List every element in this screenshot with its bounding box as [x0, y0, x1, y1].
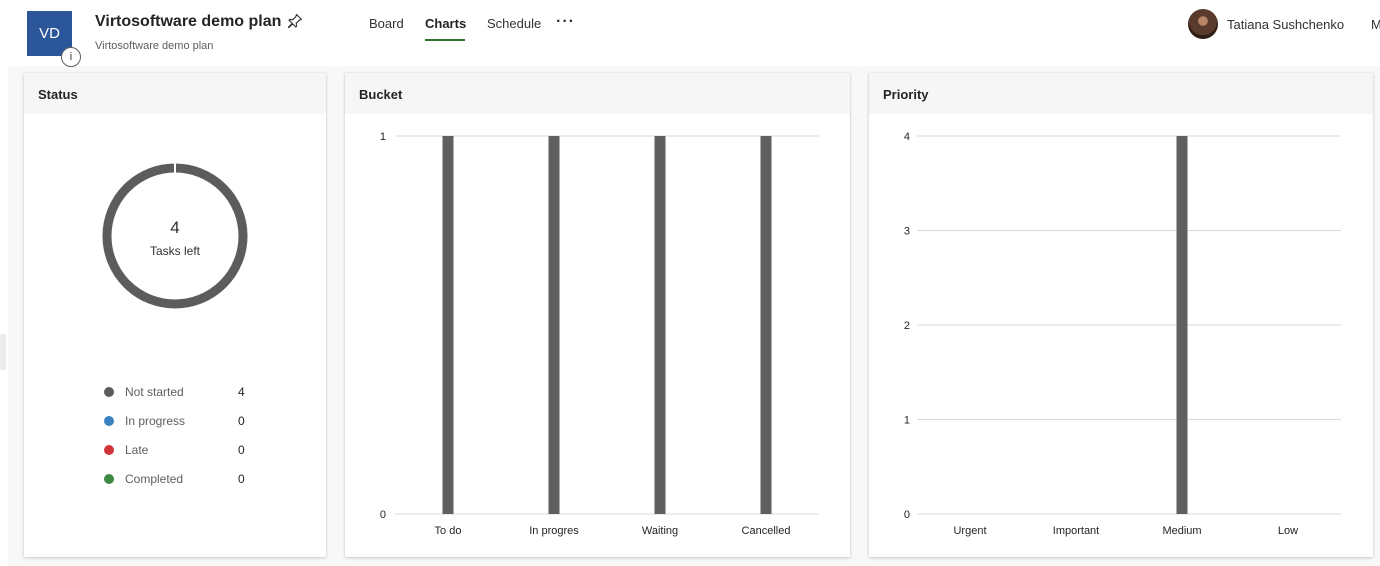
priority-chart-x-tick-label: Medium [1162, 525, 1201, 537]
bucket-chart-bar[interactable] [760, 136, 772, 514]
tasks-left-label: Tasks left [149, 244, 200, 258]
pin-icon[interactable] [287, 13, 303, 29]
legend-label: Completed [125, 472, 184, 486]
legend-dot-not-started [104, 387, 114, 397]
user-name[interactable]: Tatiana Sushchenko [1227, 17, 1344, 32]
bucket-chart-x-tick-label: In progres [529, 525, 579, 537]
more-icon[interactable]: ··· [556, 13, 575, 31]
status-card: Status 4 Tasks left Not started 4 In pro… [24, 73, 326, 557]
priority-chart-y-tick-label: 1 [904, 415, 910, 427]
user-more-text[interactable]: M [1371, 17, 1380, 32]
priority-chart-y-tick-label: 0 [904, 509, 910, 521]
bucket-card-title: Bucket [345, 73, 850, 114]
priority-bar-chart: 0 1 2 3 4 Urgent Important Medium Low [904, 131, 1341, 537]
plan-subtitle: Virtosoftware demo plan [95, 40, 214, 52]
plan-title: Virtosoftware demo plan [95, 13, 282, 30]
legend-label: Not started [125, 385, 184, 399]
legend-item-not-started[interactable]: Not started 4 [104, 383, 254, 401]
bucket-chart-bar[interactable] [654, 136, 666, 514]
left-rail [0, 66, 8, 566]
priority-chart-x-tick-label: Urgent [953, 525, 986, 537]
legend-label: Late [125, 443, 149, 457]
priority-chart-bar[interactable] [1176, 136, 1188, 514]
tab-board[interactable]: Board [369, 16, 404, 31]
priority-chart-y-tick-label: 4 [904, 131, 910, 143]
bucket-bar-chart: 0 1 To do In progres Waiting Cancelled [380, 131, 819, 537]
legend-dot-completed [104, 474, 114, 484]
legend-count: 0 [238, 472, 245, 486]
tab-schedule[interactable]: Schedule [487, 16, 541, 31]
legend-item-in-progress[interactable]: In progress 0 [104, 412, 254, 430]
legend-count: 0 [238, 414, 245, 428]
bucket-chart-x-tick-label: Cancelled [742, 525, 791, 537]
top-bar [0, 0, 1380, 66]
legend-item-completed[interactable]: Completed 0 [104, 470, 254, 488]
legend-item-late[interactable]: Late 0 [104, 441, 254, 459]
priority-card: Priority 0 1 2 3 4 Urgent Important Medium Low [869, 73, 1373, 557]
tab-charts[interactable]: Charts [425, 16, 466, 31]
active-tab-indicator [425, 39, 465, 41]
priority-chart-y-tick-label: 3 [904, 226, 910, 238]
bucket-chart-bar[interactable] [442, 136, 454, 514]
legend-count: 0 [238, 443, 245, 457]
legend-dot-late [104, 445, 114, 455]
priority-chart-y-tick-label: 2 [904, 320, 910, 332]
info-icon[interactable]: i [61, 47, 81, 67]
bucket-chart-x-tick-label: To do [435, 525, 462, 537]
priority-chart-x-tick-label: Important [1053, 525, 1099, 537]
bucket-chart-bar[interactable] [548, 136, 560, 514]
legend-label: In progress [125, 414, 186, 428]
left-rail-handle[interactable] [0, 334, 6, 370]
bucket-chart-y-tick-label: 1 [380, 131, 386, 143]
priority-card-title: Priority [869, 73, 1373, 114]
bucket-chart-y-tick-label: 0 [380, 509, 386, 521]
avatar[interactable] [1188, 9, 1218, 39]
tasks-left-count: 4 [170, 218, 180, 237]
legend-count: 4 [238, 385, 245, 399]
status-card-title: Status [24, 73, 326, 114]
bucket-chart-x-tick-label: Waiting [642, 525, 678, 537]
legend-dot-in-progress [104, 416, 114, 426]
priority-chart-x-tick-label: Low [1278, 525, 1298, 537]
bucket-card: Bucket 0 1 To do In progres Waiting Cancelled [345, 73, 850, 557]
